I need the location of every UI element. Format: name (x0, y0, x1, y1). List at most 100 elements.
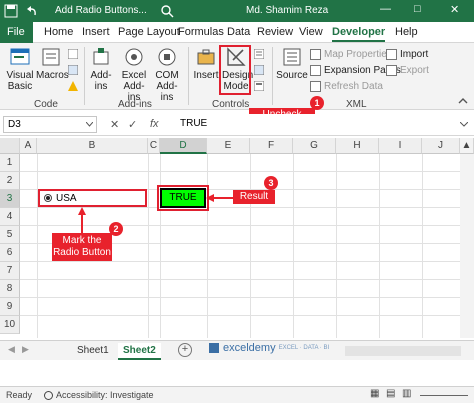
prev-sheet-icon[interactable]: ◀ (8, 344, 15, 355)
next-sheet-icon[interactable]: ▶ (22, 344, 29, 355)
zoom-slider[interactable] (420, 395, 468, 396)
formula-content[interactable]: TRUE (180, 118, 207, 129)
radio-button-usa[interactable]: USA (38, 189, 147, 207)
tab-file[interactable]: File (0, 22, 33, 43)
column-header[interactable]: E (207, 138, 250, 154)
column-header[interactable]: I (379, 138, 422, 154)
ribbon-tabs: File Home Insert Page Layout Formulas Da… (0, 22, 474, 43)
com-add-ins-button[interactable]: COM Add-ins (152, 46, 182, 103)
sheet-tab-sheet2[interactable]: Sheet2 (118, 343, 161, 360)
tab-view[interactable]: View (299, 26, 323, 38)
tab-formulas[interactable]: Formulas (178, 26, 224, 38)
save-icon[interactable] (4, 4, 18, 18)
macro-security-icon[interactable] (68, 81, 78, 91)
close-button[interactable]: ✕ (450, 3, 459, 16)
insert-control-button[interactable]: Insert (193, 46, 219, 81)
tab-data[interactable]: Data (227, 26, 250, 38)
window-title: Add Radio Buttons... (55, 5, 147, 16)
gridline (250, 154, 251, 338)
collapse-ribbon-icon[interactable] (458, 97, 468, 105)
gridline (207, 154, 208, 338)
gridline (422, 154, 423, 338)
import-button[interactable]: Import (386, 49, 428, 60)
tab-page-layout[interactable]: Page Layout (118, 26, 180, 38)
relative-references-icon[interactable] (68, 65, 78, 75)
column-header[interactable]: J (422, 138, 460, 154)
column-header[interactable]: F (250, 138, 293, 154)
user-name[interactable]: Md. Shamim Reza (246, 5, 328, 16)
vertical-scrollbar[interactable] (460, 154, 474, 338)
scroll-up-arrow[interactable]: ▲ (460, 138, 474, 154)
name-box[interactable]: D3 (3, 116, 97, 133)
insert-function-icon[interactable]: fx (150, 118, 159, 130)
row-header[interactable]: 9 (0, 298, 20, 316)
column-header[interactable]: H (336, 138, 379, 154)
expand-formula-bar-icon[interactable] (460, 122, 468, 127)
add-ins-button[interactable]: Add-ins (88, 46, 114, 92)
tab-home[interactable]: Home (44, 26, 73, 38)
ribbon: Visual Basic Macros Code Add-ins Excel A… (0, 43, 474, 110)
add-sheet-button[interactable]: + (178, 343, 192, 357)
page-break-view-icon[interactable]: ▥ (402, 388, 411, 399)
row-header[interactable]: 2 (0, 172, 20, 190)
undo-icon[interactable] (24, 4, 38, 18)
export-icon (386, 65, 397, 76)
gridline (293, 154, 294, 338)
search-icon[interactable] (160, 4, 174, 18)
map-properties-button[interactable]: Map Properties (310, 49, 392, 60)
normal-view-icon[interactable]: ▦ (370, 388, 379, 399)
gridline (160, 154, 161, 338)
tab-help[interactable]: Help (395, 26, 418, 38)
callout-mark-radio-button: Mark the Radio Button (52, 233, 112, 261)
column-header[interactable]: B (37, 138, 148, 154)
gridline (148, 154, 149, 338)
excel-add-ins-button[interactable]: Excel Add-ins (118, 46, 150, 103)
tab-insert[interactable]: Insert (82, 26, 110, 38)
gridline (20, 171, 474, 172)
column-header-selected[interactable]: D (160, 138, 207, 154)
callout-result: Result (233, 190, 275, 204)
minimize-button[interactable]: — (380, 3, 391, 15)
visual-basic-button[interactable]: Visual Basic (4, 46, 36, 92)
tab-review[interactable]: Review (257, 26, 293, 38)
tab-developer[interactable]: Developer (332, 26, 386, 42)
enter-icon[interactable]: ✓ (128, 118, 137, 131)
row-header[interactable]: 6 (0, 244, 20, 262)
maximize-button[interactable]: □ (414, 3, 421, 15)
cancel-icon[interactable]: ✕ (110, 118, 119, 131)
row-header[interactable]: 10 (0, 316, 20, 334)
gridline (37, 154, 38, 338)
properties-icon[interactable] (254, 49, 264, 59)
refresh-data-button[interactable]: Refresh Data (310, 81, 383, 92)
exceldemy-logo-icon (209, 343, 219, 353)
refresh-data-icon (310, 81, 321, 92)
status-accessibility[interactable]: Accessibility: Investigate (56, 390, 154, 400)
column-header[interactable]: G (293, 138, 336, 154)
row-header[interactable]: 1 (0, 154, 20, 172)
record-macro-icon[interactable] (68, 49, 78, 59)
arrow-icon (206, 194, 236, 202)
row-header-selected[interactable]: 3 (0, 190, 20, 208)
row-header[interactable]: 7 (0, 262, 20, 280)
chevron-down-icon[interactable] (86, 122, 93, 127)
source-button[interactable]: Source (276, 46, 308, 81)
cell-d3[interactable]: TRUE (157, 185, 209, 211)
macros-button[interactable]: Macros (36, 46, 69, 81)
view-code-icon[interactable] (254, 65, 264, 75)
export-button[interactable]: Export (386, 65, 429, 76)
gridline (20, 261, 474, 262)
callout-number-2: 2 (109, 222, 123, 236)
row-header[interactable]: 8 (0, 280, 20, 298)
run-dialog-icon[interactable] (254, 81, 264, 91)
column-header[interactable]: A (20, 138, 37, 154)
page-layout-view-icon[interactable]: ▤ (386, 388, 395, 399)
row-header[interactable]: 5 (0, 226, 20, 244)
import-icon (386, 49, 397, 60)
sheet-tab-sheet1[interactable]: Sheet1 (72, 343, 114, 358)
radio-selected-icon (44, 194, 52, 202)
column-header[interactable]: C (148, 138, 160, 154)
select-all-corner[interactable] (0, 138, 20, 154)
horizontal-scrollbar[interactable] (345, 346, 461, 356)
group-separator (188, 47, 189, 105)
row-header[interactable]: 4 (0, 208, 20, 226)
